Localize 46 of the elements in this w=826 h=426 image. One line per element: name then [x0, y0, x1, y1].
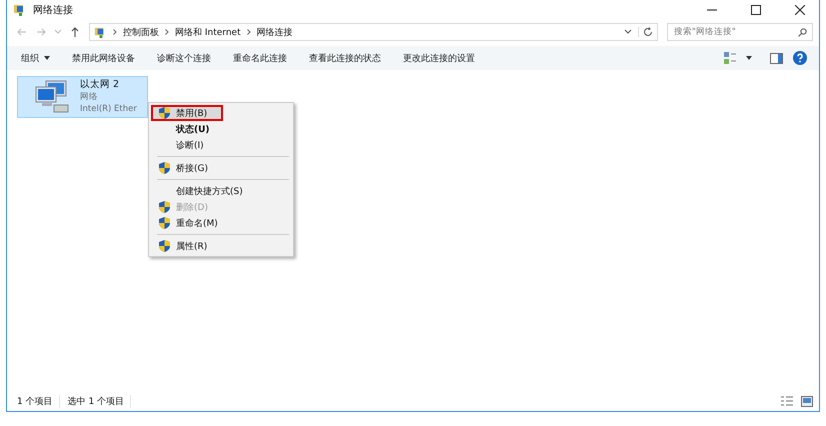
search-field[interactable]: 搜索"网络连接"	[667, 23, 813, 41]
breadcrumb[interactable]: 网络和 Internet	[175, 26, 241, 38]
connection-name: 以太网 2	[80, 79, 120, 91]
menu-item[interactable]: 桥接(G)	[151, 160, 291, 176]
menu-item[interactable]: 状态(U)	[151, 121, 291, 137]
window-title: 网络连接	[33, 4, 73, 17]
chevron-down-icon[interactable]	[624, 29, 632, 35]
toolbar-button[interactable]: 查看此连接的状态	[303, 50, 387, 66]
shield-icon	[159, 107, 170, 119]
up-arrow-icon[interactable]	[70, 27, 80, 37]
menu-item[interactable]: 禁用(B)	[151, 105, 223, 121]
caret-icon[interactable]	[746, 56, 752, 60]
toolbar-button[interactable]: 重命名此连接	[227, 50, 293, 66]
shield-icon	[159, 162, 170, 174]
preview-pane-icon[interactable]	[770, 52, 783, 64]
status-text: 选中 1 个项目	[68, 394, 132, 408]
address-bar[interactable]: 控制面板 网络和 Internet 网络连接	[89, 23, 658, 41]
connection-type: 网络	[80, 91, 99, 103]
shield-icon	[159, 217, 170, 229]
menu-item[interactable]: 创建快捷方式(S)	[151, 183, 291, 199]
menu-item[interactable]: 属性(R)	[151, 238, 291, 254]
search-icon	[798, 28, 807, 37]
close-icon[interactable]	[795, 5, 805, 15]
toolbar-button[interactable]: 更改此连接的设置	[397, 50, 481, 66]
toolbar-button[interactable]: 组织	[15, 50, 56, 66]
caret-icon	[44, 56, 50, 60]
toolbar-button[interactable]: 禁用此网络设备	[66, 50, 141, 66]
status-text: 1 个项目	[17, 394, 60, 408]
shield-icon	[159, 201, 170, 213]
chevron-right-icon	[246, 29, 251, 35]
menu-item[interactable]: 重命名(M)	[151, 215, 291, 231]
view-options-icon[interactable]	[724, 52, 736, 64]
help-icon[interactable]	[793, 51, 807, 65]
adapter-name: Intel(R) Ether	[80, 103, 137, 115]
details-view-icon[interactable]	[781, 396, 793, 406]
network-connection-item[interactable]: 以太网 2 网络 Intel(R) Ether	[17, 76, 148, 118]
toolbar-button[interactable]: 诊断这个连接	[151, 50, 217, 66]
breadcrumb[interactable]: 控制面板	[123, 26, 159, 38]
menu-item[interactable]: 诊断(I)	[151, 137, 291, 153]
large-icons-view-icon[interactable]	[801, 396, 813, 406]
breadcrumb[interactable]: 网络连接	[256, 26, 293, 38]
shield-icon	[159, 240, 170, 252]
chevron-right-icon	[165, 29, 169, 35]
refresh-icon[interactable]	[638, 27, 653, 37]
maximize-icon[interactable]	[751, 5, 761, 15]
chevron-right-icon	[113, 29, 117, 35]
